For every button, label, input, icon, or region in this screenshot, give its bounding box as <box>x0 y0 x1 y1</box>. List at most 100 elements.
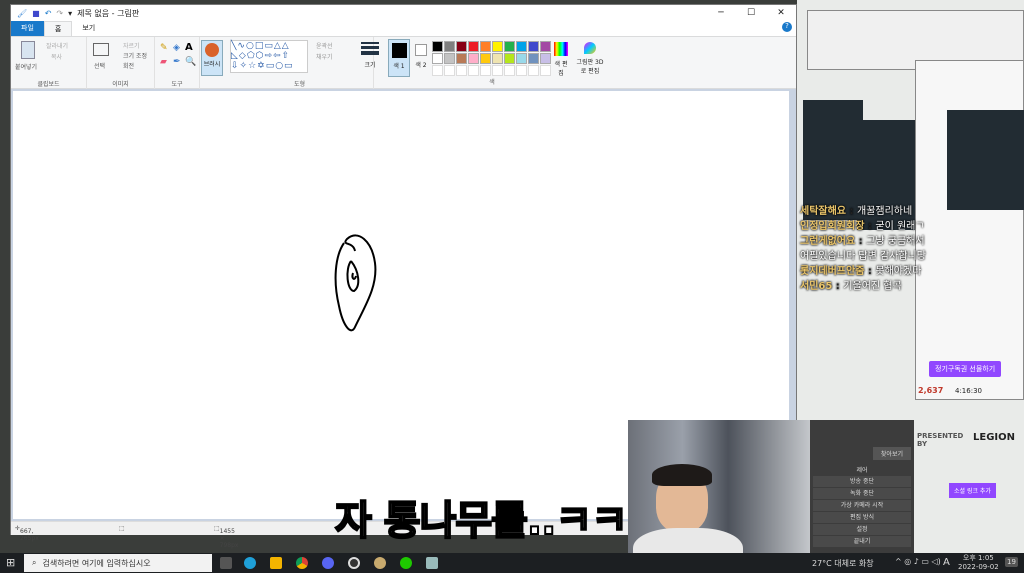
palette-swatch[interactable] <box>456 53 467 64</box>
cursor-position: ✛ 667, 265px <box>15 525 39 542</box>
eraser-icon[interactable]: ▰ <box>160 57 167 67</box>
custom-color-slot[interactable] <box>492 65 503 76</box>
outline-button[interactable]: 윤곽선 <box>316 41 333 50</box>
custom-color-slot[interactable] <box>540 65 551 76</box>
custom-color-slot[interactable] <box>468 65 479 76</box>
chrome-icon[interactable] <box>296 557 308 569</box>
palette-swatch[interactable] <box>492 53 503 64</box>
custom-color-slot[interactable] <box>516 65 527 76</box>
league-of-legends-icon[interactable] <box>374 557 386 569</box>
clipboard-group: 붙여넣기 잘라내기 복사 클립보드 <box>11 37 87 90</box>
color2-swatch <box>415 44 427 56</box>
edit-colors-button[interactable]: 색 편집 <box>552 42 570 77</box>
fill-button[interactable]: 채우기 <box>316 52 333 61</box>
tab-view[interactable]: 보기 <box>72 21 105 36</box>
chat-overlay: 세탁잘해요 : 개꿀잼리하네 인정입회원회장 : 굳이 원래ㄱ 그런게없어요 :… <box>800 204 1024 294</box>
obs-icon[interactable] <box>348 557 360 569</box>
palette-swatch[interactable] <box>504 53 515 64</box>
notification-center[interactable]: 19 <box>1005 557 1018 567</box>
start-button[interactable]: ⊞ <box>6 556 15 569</box>
file-explorer-icon[interactable] <box>270 557 282 569</box>
quick-access-dropdown-icon[interactable]: ▾ <box>68 9 72 18</box>
add-social-link-button[interactable]: 소셜 링크 추가 <box>949 483 996 498</box>
edge-icon[interactable] <box>244 557 256 569</box>
clock[interactable]: 오후 1:05 2022-09-02 <box>958 554 999 572</box>
obs-virtual-camera-button[interactable]: 가상 카메라 시작 <box>813 500 911 511</box>
undo-icon[interactable]: ↶ <box>45 9 52 18</box>
cut-button[interactable]: 잘라내기 <box>46 41 68 50</box>
paint3d-label: 그림판 3D로 편집 <box>576 59 604 75</box>
tab-file[interactable]: 파일 <box>11 21 44 36</box>
obs-search-button[interactable]: 찾아보기 <box>872 447 911 460</box>
minimize-button[interactable]: ─ <box>706 5 736 21</box>
naver-app-icon[interactable] <box>400 557 412 569</box>
custom-color-slot[interactable] <box>480 65 491 76</box>
palette-swatch[interactable] <box>492 41 503 52</box>
color1-label: 색 1 <box>393 63 405 70</box>
palette-swatch[interactable] <box>432 41 443 52</box>
palette-swatch[interactable] <box>480 53 491 64</box>
tab-home[interactable]: 홈 <box>43 21 73 36</box>
magnifier-icon[interactable]: 🔍 <box>185 57 196 67</box>
palette-swatch[interactable] <box>432 53 443 64</box>
paste-icon[interactable] <box>21 41 35 59</box>
help-icon[interactable]: ? <box>782 22 792 32</box>
search-icon: ⌕ <box>32 558 37 567</box>
palette-swatch[interactable] <box>504 41 515 52</box>
crop-button[interactable]: 자르기 <box>123 41 140 50</box>
subscribe-gift-button[interactable]: 정기구독권 선물하기 <box>929 361 1002 377</box>
palette-swatch[interactable] <box>516 41 527 52</box>
color2-button[interactable]: 색 2 <box>413 39 429 77</box>
obs-settings-button[interactable]: 설정 <box>813 524 911 535</box>
maximize-button[interactable]: ☐ <box>736 5 766 21</box>
select-button[interactable]: 선택 <box>94 61 105 70</box>
obs-stop-record-button[interactable]: 녹화 중단 <box>813 488 911 499</box>
palette-swatch[interactable] <box>528 53 539 64</box>
chat-line: 서민65 : 기울어진 협곡 <box>800 281 902 292</box>
tools-group: ✎ ◈ A ▰ ✒ 🔍 도구 <box>155 37 200 90</box>
text-icon[interactable]: A <box>185 42 193 53</box>
task-view-icon[interactable] <box>220 557 232 569</box>
brush-button[interactable]: 브러시 <box>201 40 223 76</box>
color1-button[interactable]: 색 1 <box>388 39 410 77</box>
palette-swatch[interactable] <box>540 53 551 64</box>
palette-swatch[interactable] <box>468 41 479 52</box>
redo-icon[interactable]: ↷ <box>56 9 63 18</box>
rotate-button[interactable]: 회전 <box>123 61 134 70</box>
custom-color-slot[interactable] <box>528 65 539 76</box>
obs-stop-stream-button[interactable]: 방송 중단 <box>813 476 911 487</box>
palette-swatch[interactable] <box>540 41 551 52</box>
save-icon[interactable]: ■ <box>32 9 40 18</box>
custom-color-slot[interactable] <box>432 65 443 76</box>
custom-color-slot[interactable] <box>504 65 515 76</box>
paste-button[interactable]: 붙여넣기 <box>15 62 37 71</box>
select-icon[interactable] <box>93 43 109 56</box>
palette-swatch[interactable] <box>444 53 455 64</box>
window-controls: ─ ☐ ✕ <box>706 5 796 21</box>
clipboard-label: 클립보드 <box>37 81 60 88</box>
palette-swatch[interactable] <box>468 53 479 64</box>
custom-color-slot[interactable] <box>444 65 455 76</box>
discord-icon[interactable] <box>322 557 334 569</box>
obs-studio-mode-button[interactable]: 편집 방식 <box>813 512 911 523</box>
fill-icon[interactable]: ◈ <box>173 43 180 53</box>
paint3d-button[interactable]: 그림판 3D로 편집 <box>575 42 605 75</box>
palette-swatch[interactable] <box>444 41 455 52</box>
custom-color-slot[interactable] <box>456 65 467 76</box>
taskbar-search[interactable]: ⌕ 검색하려면 여기에 입력하십시오 <box>24 554 212 572</box>
paint-taskbar-icon[interactable] <box>426 557 438 569</box>
palette-swatch[interactable] <box>528 41 539 52</box>
copy-button[interactable]: 복사 <box>51 52 62 61</box>
shapes-gallery[interactable]: ╲∿○□▭△△ ◺◇⬠⬡⇨⇦⇧ ⇩✧☆✡▭○▭ <box>230 40 308 73</box>
tray-icons[interactable]: ^ ◎ ♪ ▭ ◁) <box>895 557 941 566</box>
palette-swatch[interactable] <box>516 53 527 64</box>
ime-indicator[interactable]: A <box>943 557 950 568</box>
pencil-icon[interactable]: ✎ <box>160 43 168 53</box>
size-button[interactable]: 크기 <box>361 42 379 69</box>
resize-button[interactable]: 크기 조정 <box>123 51 147 60</box>
obs-exit-button[interactable]: 끝내기 <box>813 536 911 547</box>
palette-swatch[interactable] <box>456 41 467 52</box>
palette-swatch[interactable] <box>480 41 491 52</box>
color-picker-icon[interactable]: ✒ <box>173 57 181 67</box>
close-button[interactable]: ✕ <box>766 5 796 21</box>
